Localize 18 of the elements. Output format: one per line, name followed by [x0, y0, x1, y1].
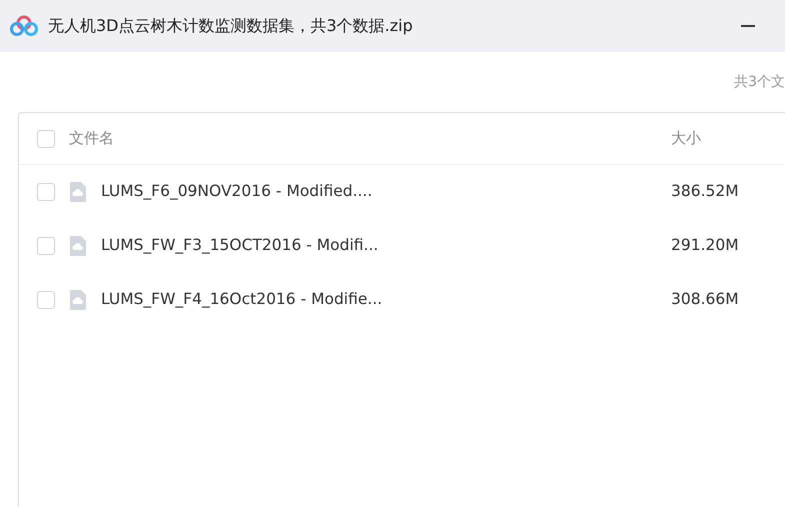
file-count: 共3个文 — [734, 73, 785, 92]
row-checkbox[interactable] — [37, 237, 55, 255]
window-title: 无人机3D点云树木计数监测数据集，共3个数据.zip — [48, 15, 413, 37]
cloud-logo-icon — [9, 15, 39, 37]
select-all-checkbox[interactable] — [37, 130, 55, 148]
file-icon — [69, 235, 87, 257]
file-size: 386.52M — [671, 181, 740, 202]
file-icon — [69, 289, 87, 311]
column-header[interactable]: 大小 — [671, 127, 785, 150]
column-header[interactable]: 文件名 — [69, 127, 114, 150]
row-checkbox[interactable] — [37, 183, 55, 201]
file-name[interactable]: LUMS_FW_F3_15OCT2016 - Modifi... — [101, 234, 621, 258]
row-checkbox[interactable] — [37, 291, 55, 309]
file-name[interactable]: LUMS_FW_F4_16Oct2016 - Modifie... — [101, 288, 621, 312]
file-size: 308.66M — [671, 289, 740, 310]
file-name[interactable]: LUMS_F6_09NOV2016 - Modified.... — [101, 180, 621, 204]
file-icon — [69, 181, 87, 203]
file-size: 291.20M — [671, 235, 740, 256]
